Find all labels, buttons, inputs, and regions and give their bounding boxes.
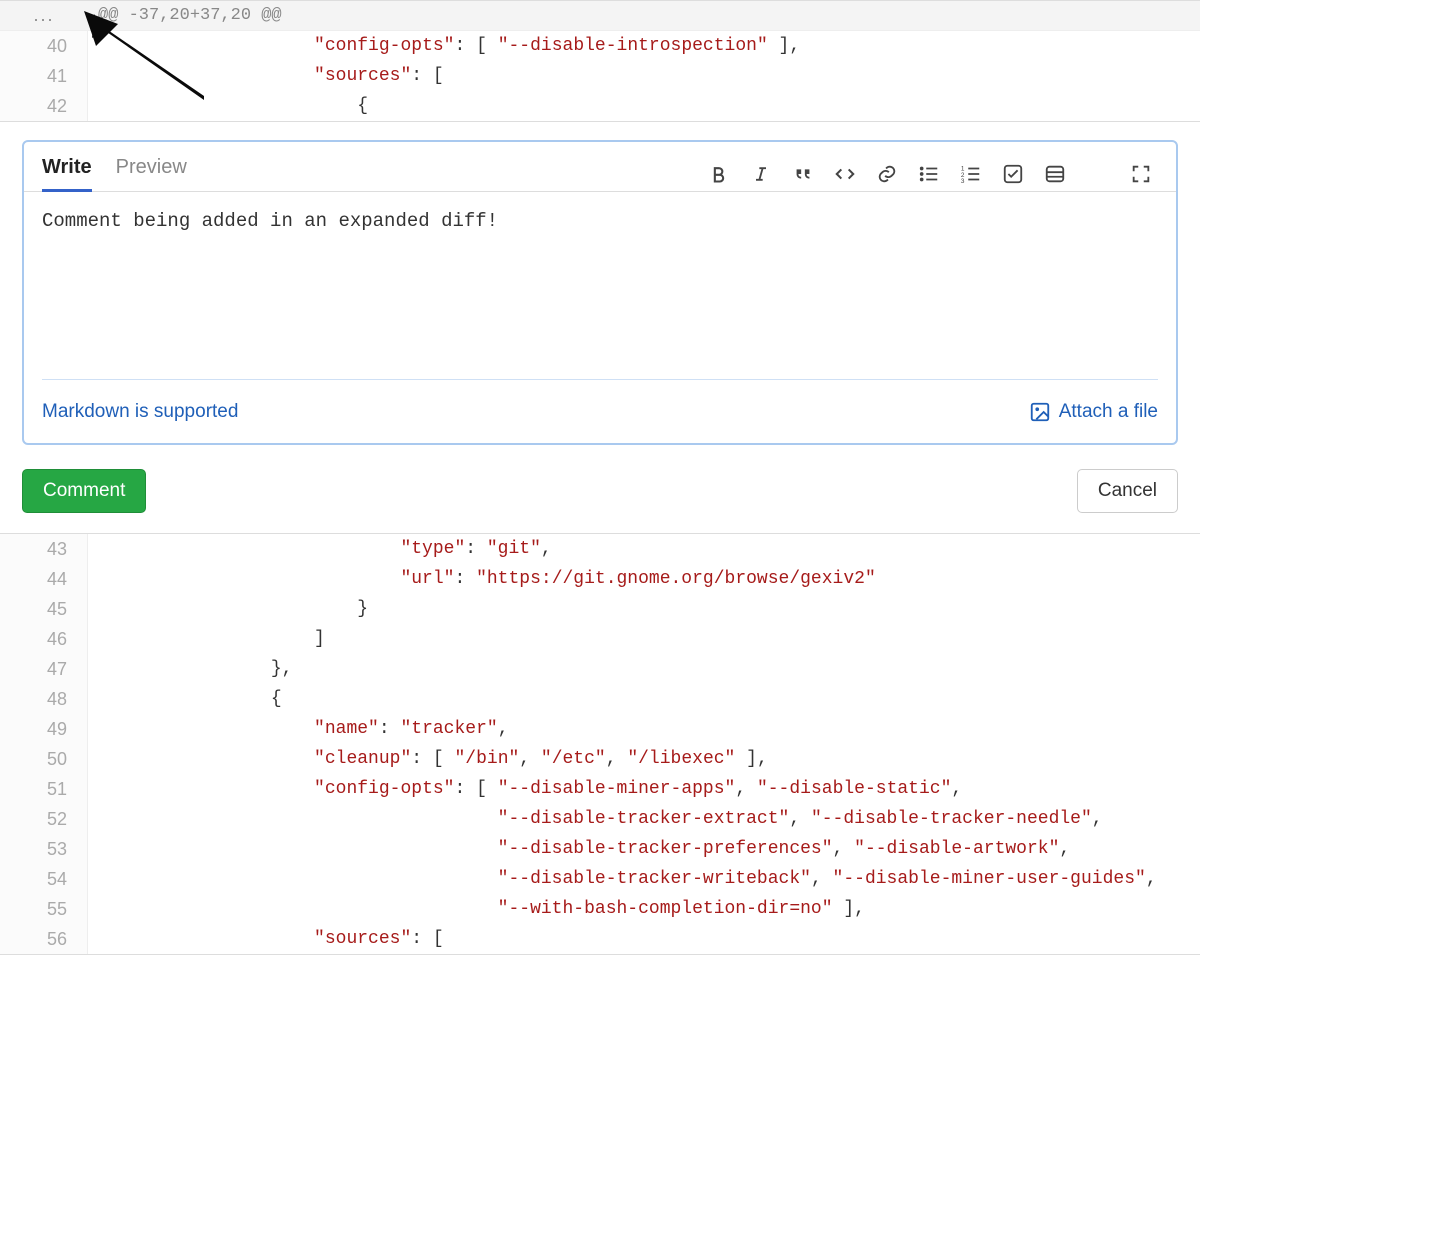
code-content: } (88, 594, 1200, 624)
code-line[interactable]: 47 }, (0, 654, 1200, 684)
inline-comment-wrap: Write Preview 123 (0, 122, 1200, 453)
line-number: 53 (0, 834, 88, 864)
table-icon[interactable] (1044, 163, 1066, 185)
code-content: "name": "tracker", (88, 714, 1200, 744)
code-line[interactable]: 41 "sources": [ (0, 61, 1200, 91)
line-number: 50 (0, 744, 88, 774)
code-icon[interactable] (834, 163, 856, 185)
code-line[interactable]: 52 "--disable-tracker-extract", "--disab… (0, 804, 1200, 834)
line-number: 49 (0, 714, 88, 744)
formatting-toolbar: 123 (708, 163, 1158, 185)
code-line[interactable]: 49 "name": "tracker", (0, 714, 1200, 744)
diff-panel: ... @@ -37,20+37,20 @@ 40 "config-opts":… (0, 0, 1200, 122)
code-content: "config-opts": [ "--disable-miner-apps",… (88, 774, 1200, 804)
code-line[interactable]: 54 "--disable-tracker-writeback", "--dis… (0, 864, 1200, 894)
code-lines-bottom: 43 "type": "git",44 "url": "https://git.… (0, 534, 1200, 954)
code-line[interactable]: 50 "cleanup": [ "/bin", "/etc", "/libexe… (0, 744, 1200, 774)
code-content: "url": "https://git.gnome.org/browse/gex… (88, 564, 1200, 594)
code-line[interactable]: 53 "--disable-tracker-preferences", "--d… (0, 834, 1200, 864)
line-number: 51 (0, 774, 88, 804)
svg-text:3: 3 (961, 178, 965, 185)
diff-panel-continued: 43 "type": "git",44 "url": "https://git.… (0, 533, 1200, 955)
bullet-list-icon[interactable] (918, 163, 940, 185)
code-content: { (88, 684, 1200, 714)
line-number: 56 (0, 924, 88, 954)
code-content: "cleanup": [ "/bin", "/etc", "/libexec" … (88, 744, 1200, 774)
fullscreen-icon[interactable] (1130, 163, 1152, 185)
line-number: 42 (0, 91, 88, 121)
cancel-button[interactable]: Cancel (1077, 469, 1178, 513)
line-number: 54 (0, 864, 88, 894)
tab-preview[interactable]: Preview (116, 156, 187, 192)
line-number: 55 (0, 894, 88, 924)
code-content: "--disable-tracker-writeback", "--disabl… (88, 864, 1200, 894)
quote-icon[interactable] (792, 163, 814, 185)
tab-write[interactable]: Write (42, 156, 92, 192)
code-line[interactable]: 45 } (0, 594, 1200, 624)
code-content: ] (88, 624, 1200, 654)
comment-actions: Comment Cancel (0, 453, 1200, 533)
code-line[interactable]: 42 { (0, 91, 1200, 121)
code-lines-top: 40 "config-opts": [ "--disable-introspec… (0, 31, 1200, 121)
hunk-header-text: @@ -37,20+37,20 @@ (88, 2, 292, 29)
bold-icon[interactable] (708, 163, 730, 185)
code-content: "--disable-tracker-preferences", "--disa… (88, 834, 1200, 864)
code-line[interactable]: 48 { (0, 684, 1200, 714)
code-line[interactable]: 55 "--with-bash-completion-dir=no" ], (0, 894, 1200, 924)
code-line[interactable]: 51 "config-opts": [ "--disable-miner-app… (0, 774, 1200, 804)
line-number: 43 (0, 534, 88, 564)
line-number: 45 (0, 594, 88, 624)
code-line[interactable]: 56 "sources": [ (0, 924, 1200, 954)
attach-file-button[interactable]: Attach a file (1029, 401, 1158, 423)
code-line[interactable]: 46 ] (0, 624, 1200, 654)
expand-diff-button[interactable]: ... (0, 1, 88, 30)
comment-box: Write Preview 123 (22, 140, 1178, 445)
image-icon (1029, 401, 1051, 423)
code-line[interactable]: 43 "type": "git", (0, 534, 1200, 564)
line-number: 44 (0, 564, 88, 594)
numbered-list-icon[interactable]: 123 (960, 163, 982, 185)
code-content: "sources": [ (88, 924, 1200, 954)
line-number: 47 (0, 654, 88, 684)
task-list-icon[interactable] (1002, 163, 1024, 185)
code-content: }, (88, 654, 1200, 684)
line-number: 40 (0, 31, 88, 61)
hunk-header-row: ... @@ -37,20+37,20 @@ (0, 1, 1200, 31)
code-content: "type": "git", (88, 534, 1200, 564)
markdown-help-link[interactable]: Markdown is supported (42, 401, 238, 423)
code-line[interactable]: 44 "url": "https://git.gnome.org/browse/… (0, 564, 1200, 594)
code-content: "config-opts": [ "--disable-introspectio… (88, 31, 1200, 61)
line-number: 48 (0, 684, 88, 714)
code-content: "--disable-tracker-extract", "--disable-… (88, 804, 1200, 834)
comment-textarea[interactable] (42, 210, 1158, 380)
comment-button[interactable]: Comment (22, 469, 146, 513)
code-content: "--with-bash-completion-dir=no" ], (88, 894, 1200, 924)
italic-icon[interactable] (750, 163, 772, 185)
attach-file-label: Attach a file (1059, 401, 1158, 423)
link-icon[interactable] (876, 163, 898, 185)
code-content: "sources": [ (88, 61, 1200, 91)
code-line[interactable]: 40 "config-opts": [ "--disable-introspec… (0, 31, 1200, 61)
line-number: 52 (0, 804, 88, 834)
code-content: { (88, 91, 1200, 121)
line-number: 46 (0, 624, 88, 654)
line-number: 41 (0, 61, 88, 91)
